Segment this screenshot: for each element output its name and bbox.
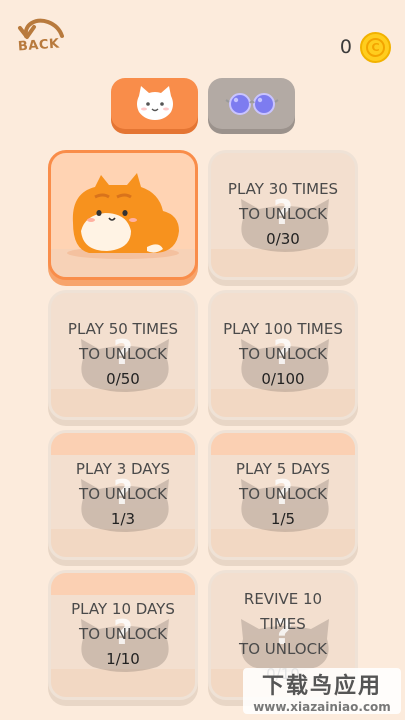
condition-line: PLAY 10 DAYS bbox=[71, 600, 175, 618]
skin-card-unlocked[interactable] bbox=[48, 150, 198, 280]
condition-line: TIMES bbox=[260, 615, 306, 633]
unlock-condition: PLAY 10 DAYS TO UNLOCK 1/10 bbox=[51, 597, 195, 672]
skin-card-locked[interactable]: ? PLAY 50 TIMES TO UNLOCK 0/50 bbox=[48, 290, 198, 420]
coin-count: 0 bbox=[339, 36, 352, 58]
skin-card-locked[interactable]: ? PLAY 5 DAYS TO UNLOCK 1/5 bbox=[208, 430, 358, 560]
watermark-url: www.xiazainiao.com bbox=[253, 700, 391, 714]
back-label: BACK bbox=[17, 36, 61, 55]
glasses-icon bbox=[224, 92, 279, 115]
tab-cats[interactable] bbox=[111, 78, 198, 129]
orange-cat-icon bbox=[67, 173, 179, 259]
unlock-condition: PLAY 100 TIMES TO UNLOCK 0/100 bbox=[211, 317, 355, 392]
progress-text: 1/10 bbox=[106, 650, 140, 668]
condition-line: TO UNLOCK bbox=[239, 345, 327, 363]
progress-text: 0/100 bbox=[261, 370, 305, 388]
condition-line: PLAY 50 TIMES bbox=[67, 320, 179, 338]
condition-line: PLAY 100 TIMES bbox=[223, 320, 343, 338]
condition-line: TO UNLOCK bbox=[79, 345, 167, 363]
skin-card-locked[interactable]: ? PLAY 3 DAYS TO UNLOCK 1/3 bbox=[48, 430, 198, 560]
category-tabs bbox=[111, 78, 295, 129]
skin-card-locked[interactable]: ? PLAY 30 TIMES TO UNLOCK 0/30 bbox=[208, 150, 358, 280]
condition-line: TO UNLOCK bbox=[79, 485, 167, 503]
unlock-condition: PLAY 5 DAYS TO UNLOCK 1/5 bbox=[211, 457, 355, 532]
skin-card-locked[interactable]: ? PLAY 100 TIMES TO UNLOCK 0/100 bbox=[208, 290, 358, 420]
condition-line: TO UNLOCK bbox=[239, 205, 327, 223]
coin-icon: C bbox=[360, 31, 391, 63]
back-button[interactable]: BACK bbox=[12, 14, 68, 58]
unlock-condition: PLAY 50 TIMES TO UNLOCK 0/50 bbox=[51, 317, 195, 392]
skin-card-locked[interactable]: ? PLAY 10 DAYS TO UNLOCK 1/10 bbox=[48, 570, 198, 700]
watermark: 下载鸟应用 www.xiazainiao.com bbox=[243, 668, 401, 714]
condition-line: PLAY 5 DAYS bbox=[235, 460, 331, 478]
skin-grid: ? PLAY 30 TIMES TO UNLOCK 0/30 ? PLAY 50… bbox=[48, 150, 360, 700]
condition-line: REVIVE 10 bbox=[243, 590, 323, 608]
tab-accessories[interactable] bbox=[208, 78, 295, 129]
progress-text: 0/50 bbox=[106, 370, 140, 388]
condition-line: PLAY 3 DAYS bbox=[75, 460, 171, 478]
progress-text: 1/3 bbox=[110, 510, 136, 528]
progress-text: 1/5 bbox=[270, 510, 296, 528]
unlock-condition: PLAY 3 DAYS TO UNLOCK 1/3 bbox=[51, 457, 195, 532]
unlock-condition: PLAY 30 TIMES TO UNLOCK 0/30 bbox=[211, 177, 355, 252]
coin-counter: 0 C bbox=[340, 30, 391, 64]
cat-face-icon bbox=[136, 85, 173, 120]
condition-line: TO UNLOCK bbox=[79, 625, 167, 643]
condition-line: PLAY 30 TIMES bbox=[227, 180, 339, 198]
watermark-title: 下载鸟应用 bbox=[261, 674, 382, 699]
condition-line: TO UNLOCK bbox=[239, 485, 327, 503]
progress-text: 0/30 bbox=[266, 230, 300, 248]
condition-line: TO UNLOCK bbox=[239, 640, 327, 658]
